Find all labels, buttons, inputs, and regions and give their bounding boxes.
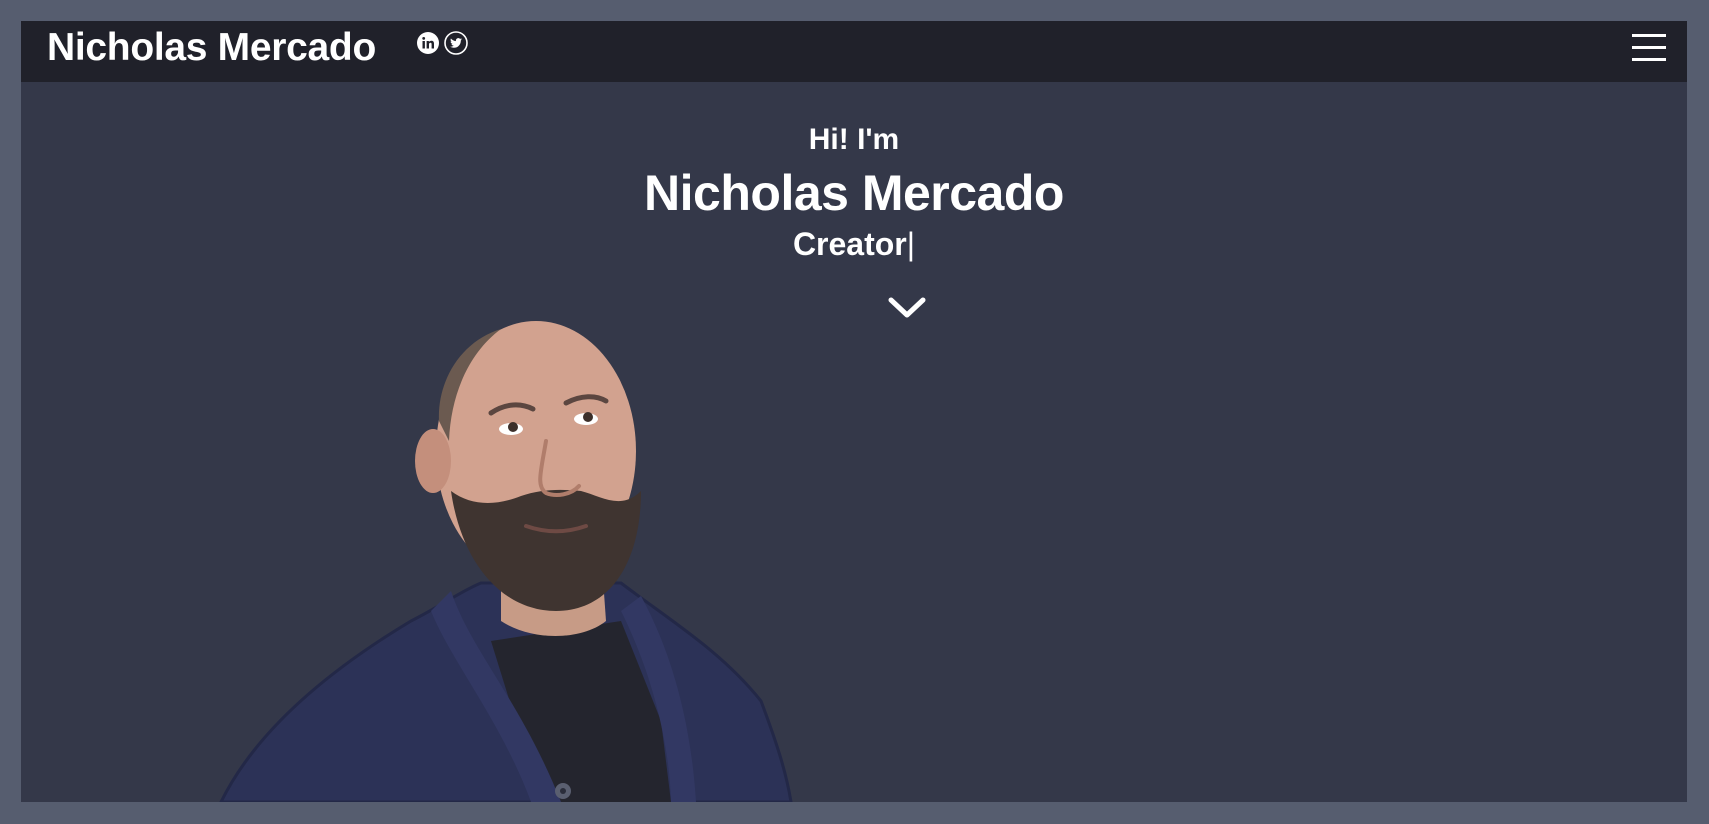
chevron-down-icon[interactable] — [887, 295, 927, 321]
hero-greeting: Hi! I'm — [808, 123, 900, 156]
site-brand[interactable]: Nicholas Mercado — [47, 25, 376, 71]
portrait-photo — [219, 321, 793, 802]
page-frame: Nicholas Mercado Hi! I'm Nicholas Mercad… — [21, 21, 1687, 802]
hero-role: Creator| — [21, 225, 1687, 263]
role-text: Creator — [792, 226, 907, 262]
typing-cursor: | — [906, 226, 916, 262]
hamburger-menu-icon[interactable] — [1632, 34, 1666, 62]
menu-bar — [1632, 34, 1666, 37]
social-links — [416, 31, 468, 55]
hero-name: Nicholas Mercado — [644, 165, 1064, 221]
navbar: Nicholas Mercado — [21, 21, 1687, 82]
menu-bar — [1632, 46, 1666, 49]
linkedin-icon[interactable] — [416, 31, 440, 55]
twitter-icon[interactable] — [444, 31, 468, 55]
menu-bar — [1632, 58, 1666, 61]
